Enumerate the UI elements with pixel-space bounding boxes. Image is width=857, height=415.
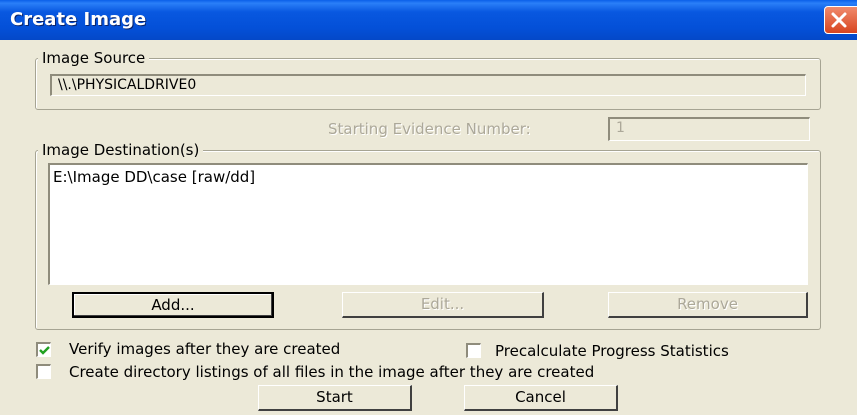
cancel-button[interactable]: Cancel: [464, 385, 618, 411]
dir-listings-checkbox[interactable]: [36, 364, 51, 379]
destination-list[interactable]: E:\Image DD\case [raw/dd]: [48, 163, 808, 285]
evidence-number-label: Starting Evidence Number:: [328, 120, 531, 138]
checkmark-icon: [39, 346, 50, 355]
verify-label[interactable]: Verify images after they are created: [69, 341, 340, 357]
precalc-checkbox[interactable]: [466, 343, 481, 358]
list-item[interactable]: E:\Image DD\case [raw/dd]: [53, 168, 255, 186]
close-button[interactable]: [824, 6, 857, 34]
close-icon: [831, 12, 847, 28]
dir-listings-label[interactable]: Create directory listings of all files i…: [69, 364, 594, 380]
remove-button[interactable]: Remove: [608, 292, 808, 318]
verify-checkbox[interactable]: [36, 342, 51, 357]
precalc-label[interactable]: Precalculate Progress Statistics: [495, 343, 729, 359]
title-bar: Create Image: [0, 0, 857, 40]
window-title: Create Image: [10, 9, 147, 30]
add-button[interactable]: Add...: [72, 292, 274, 318]
image-source-legend: Image Source: [38, 50, 150, 66]
image-source-field: \\.\PHYSICALDRIVE0: [50, 74, 806, 96]
start-button[interactable]: Start: [258, 385, 412, 411]
evidence-number-field[interactable]: 1: [608, 117, 810, 141]
edit-button[interactable]: Edit...: [342, 292, 544, 318]
image-destinations-legend: Image Destination(s): [38, 142, 204, 158]
